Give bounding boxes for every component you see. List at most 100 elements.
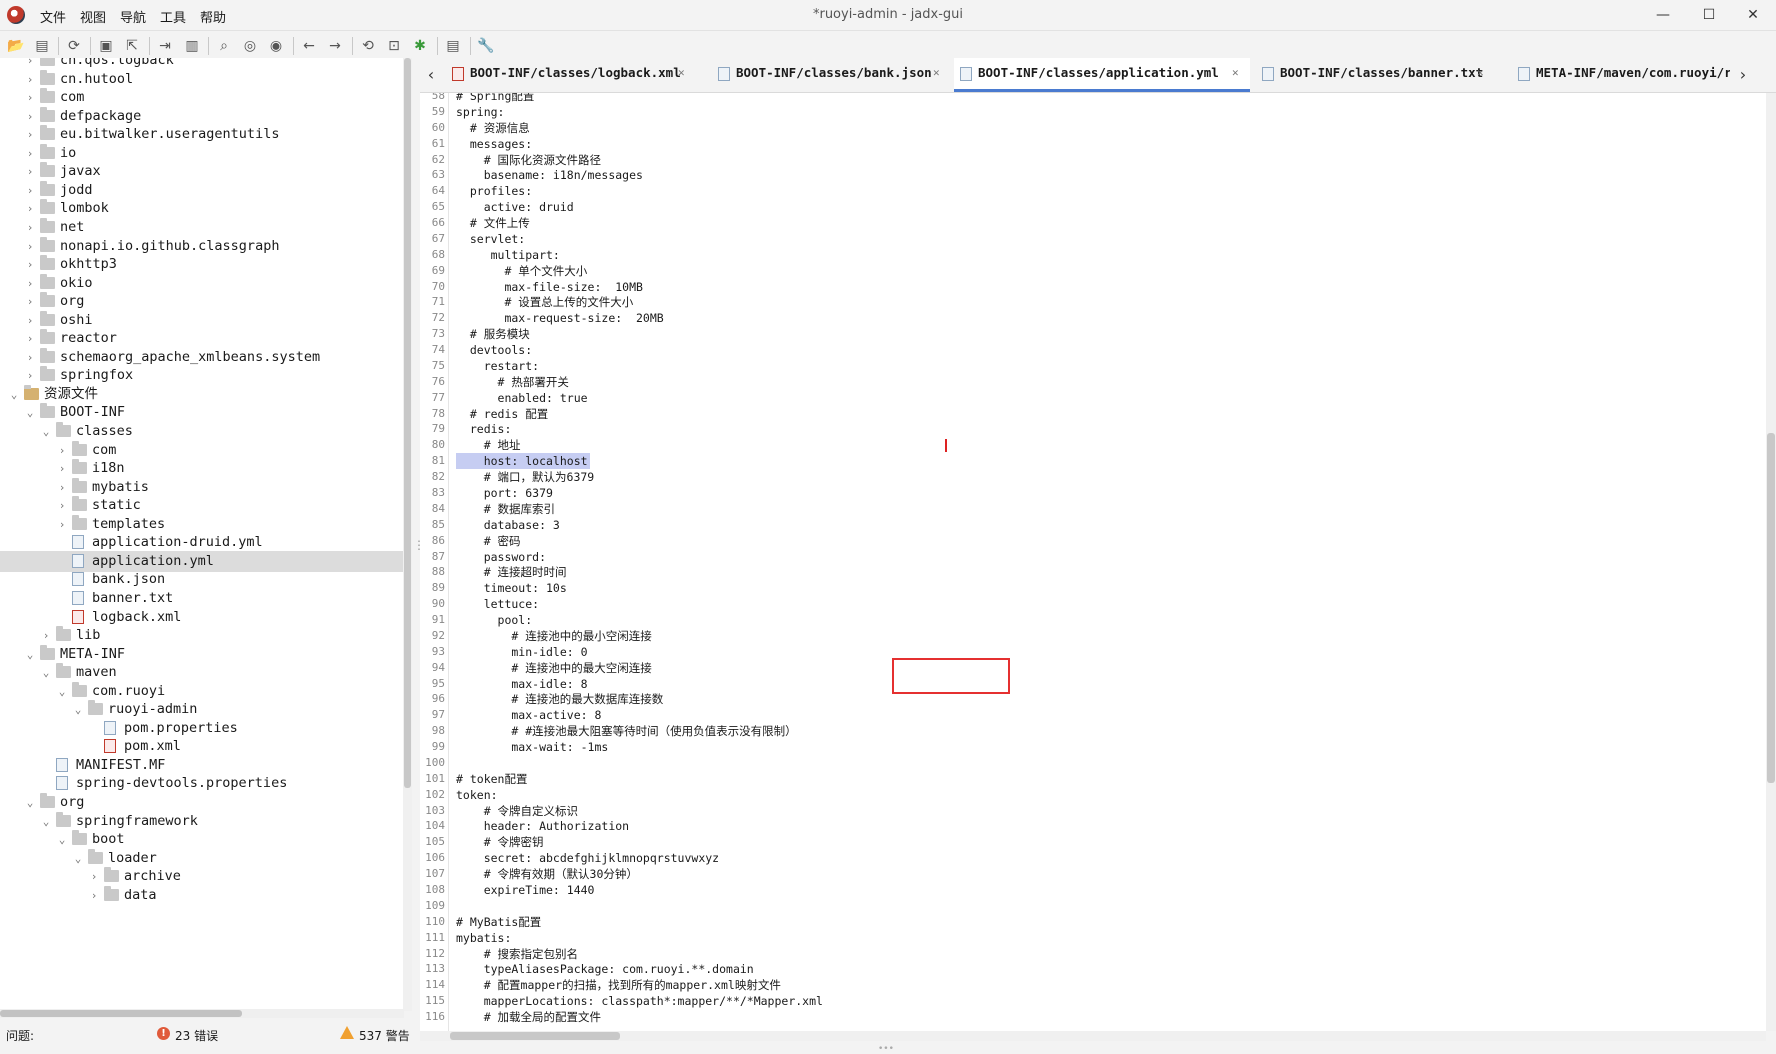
code-line[interactable]: 110 # MyBatis配置	[420, 914, 1766, 930]
chevron-right-icon[interactable]: ›	[88, 885, 100, 906]
code-line[interactable]: 80 # 地址	[420, 437, 1766, 453]
tab-logback-xml[interactable]: BOOT-INF/classes/logback.xml ✕	[442, 58, 697, 92]
add-files-icon[interactable]: ▤	[31, 35, 53, 57]
code-line[interactable]: 64 profiles:	[420, 183, 1766, 199]
code-line[interactable]: 59 spring:	[420, 104, 1766, 120]
code-line[interactable]: 94 # 连接池中的最大空闲连接	[420, 660, 1766, 676]
code-line[interactable]: 112 # 搜索指定包别名	[420, 946, 1766, 962]
code-line[interactable]: 116 # 加载全局的配置文件	[420, 1009, 1766, 1025]
code-line[interactable]: 106 secret: abcdefghijklmnopqrstuvwxyz	[420, 850, 1766, 866]
tree-hscroll-thumb[interactable]	[0, 1010, 242, 1017]
search-icon[interactable]: ⌕	[213, 35, 235, 57]
code-line[interactable]: 105 # 令牌密钥	[420, 834, 1766, 850]
code-line[interactable]: 83 port: 6379	[420, 485, 1766, 501]
code-line[interactable]: 100	[420, 755, 1766, 771]
code-editor[interactable]: 58 # Spring配置 59 spring: 60 # 资源信息 61 message…	[420, 93, 1766, 1031]
code-line[interactable]: 82 # 端口，默认为6379	[420, 469, 1766, 485]
code-line[interactable]: 71 # 设置总上传的文件大小	[420, 294, 1766, 310]
code-line[interactable]: 91 pool:	[420, 612, 1766, 628]
tab-pom-properties[interactable]: META-INF/maven/com.ruoyi/ruo	[1508, 58, 1730, 92]
editor-horizontal-scrollbar[interactable]	[420, 1031, 1766, 1041]
sync-icon[interactable]: ⟳	[63, 35, 85, 57]
tab-close-icon[interactable]: ✕	[678, 58, 685, 88]
tab-close-icon[interactable]: ✕	[1477, 58, 1484, 88]
log-icon[interactable]: ▤	[442, 35, 464, 57]
flatten-icon[interactable]: ⇥	[154, 35, 176, 57]
code-line[interactable]: 60 # 资源信息	[420, 120, 1766, 136]
code-line[interactable]: 79 redis:	[420, 421, 1766, 437]
code-line[interactable]: 78 # redis 配置	[420, 406, 1766, 422]
debug-icon[interactable]: ✱	[409, 35, 431, 57]
minimize-button[interactable]: —	[1640, 0, 1686, 30]
code-line[interactable]: 58 # Spring配置	[420, 93, 1766, 104]
tab-banner-txt[interactable]: BOOT-INF/classes/banner.txt ✕	[1252, 58, 1497, 92]
code-line[interactable]: 70 max-file-size: 10MB	[420, 279, 1766, 295]
tree-item[interactable]: › data	[0, 885, 404, 906]
menu-help[interactable]: 帮助	[198, 6, 228, 27]
code-line[interactable]: 62 # 国际化资源文件路径	[420, 152, 1766, 168]
tree-scroll-thumb[interactable]	[404, 58, 411, 788]
code-line[interactable]: 101 # token配置	[420, 771, 1766, 787]
menu-view[interactable]: 视图	[78, 6, 108, 27]
code-line[interactable]: 73 # 服务模块	[420, 326, 1766, 342]
panel-splitter[interactable]	[412, 58, 425, 1043]
code-line[interactable]: 113 typeAliasesPackage: com.ruoyi.**.dom…	[420, 961, 1766, 977]
code-line[interactable]: 85 database: 3	[420, 517, 1766, 533]
menu-tools[interactable]: 工具	[158, 6, 188, 27]
forward-icon[interactable]: →	[324, 35, 346, 57]
code-line[interactable]: 99 max-wait: -1ms	[420, 739, 1766, 755]
code-line[interactable]: 69 # 单个文件大小	[420, 263, 1766, 279]
code-line[interactable]: 84 # 数据库索引	[420, 501, 1766, 517]
code-line[interactable]: 66 # 文件上传	[420, 215, 1766, 231]
tab-close-icon[interactable]: ✕	[1232, 58, 1239, 88]
error-count[interactable]: 23 错误	[175, 1027, 218, 1044]
editor-hscroll-thumb[interactable]	[450, 1032, 620, 1040]
code-line[interactable]: 96 # 连接池的最大数据库连接数	[420, 691, 1766, 707]
find-text-icon[interactable]: ◉	[265, 35, 287, 57]
code-line[interactable]: 114 # 配置mapper的扫描，找到所有的mapper.xml映射文件	[420, 977, 1766, 993]
code-line[interactable]: 115 mapperLocations: classpath*:mapper/*…	[420, 993, 1766, 1009]
menu-file[interactable]: 文件	[38, 6, 68, 27]
code-line[interactable]: 90 lettuce:	[420, 596, 1766, 612]
decompile-all-icon[interactable]: ⟲	[357, 35, 379, 57]
file-tree[interactable]: › ch.qos.logback › cn.hutool › com › defpackage…	[0, 58, 405, 1011]
warning-count[interactable]: 537 警告	[359, 1027, 410, 1044]
settings-icon[interactable]: 🔧	[475, 35, 497, 57]
code-line[interactable]: 102 token:	[420, 787, 1766, 803]
save-icon[interactable]: ▣	[95, 35, 117, 57]
code-line[interactable]: 93 min-idle: 0	[420, 644, 1766, 660]
close-window-button[interactable]: ✕	[1730, 0, 1776, 30]
code-line[interactable]: 111 mybatis:	[420, 930, 1766, 946]
tab-application-yml[interactable]: BOOT-INF/classes/application.yml ✕	[954, 58, 1250, 92]
code-line[interactable]: 87 password:	[420, 549, 1766, 565]
code-line[interactable]: 104 header: Authorization	[420, 818, 1766, 834]
code-line[interactable]: 98 # #连接池最大阻塞等待时间（使用负值表示没有限制）	[420, 723, 1766, 739]
tab-bank-json[interactable]: BOOT-INF/classes/bank.json ✕	[708, 58, 953, 92]
code-line[interactable]: 63 basename: i18n/messages	[420, 167, 1766, 183]
menu-navigation[interactable]: 导航	[118, 6, 148, 27]
code-line[interactable]: 65 active: druid	[420, 199, 1766, 215]
code-line[interactable]: 95 max-idle: 8	[420, 676, 1766, 692]
code-line[interactable]: 67 servlet:	[420, 231, 1766, 247]
code-line[interactable]: 108 expireTime: 1440	[420, 882, 1766, 898]
tree-horizontal-scrollbar[interactable]	[0, 1009, 404, 1018]
code-line[interactable]: 107 # 令牌有效期（默认30分钟）	[420, 866, 1766, 882]
find-usage-icon[interactable]: ◎	[239, 35, 261, 57]
code-line[interactable]: 97 max-active: 8	[420, 707, 1766, 723]
back-icon[interactable]: ←	[298, 35, 320, 57]
code-line[interactable]: 72 max-request-size: 20MB	[420, 310, 1766, 326]
code-line[interactable]: 81 host: localhost	[420, 453, 1766, 470]
packages-icon[interactable]: ▥	[181, 35, 203, 57]
code-line[interactable]: 61 messages:	[420, 136, 1766, 152]
code-line[interactable]: 74 devtools:	[420, 342, 1766, 358]
bookmark-icon[interactable]: ⊡	[383, 35, 405, 57]
tab-scroll-right-button[interactable]: ›	[1734, 58, 1752, 92]
open-icon[interactable]: 📂	[5, 35, 27, 57]
code-line[interactable]: 89 timeout: 10s	[420, 580, 1766, 596]
tab-scroll-left-button[interactable]: ‹	[422, 58, 440, 92]
code-line[interactable]: 77 enabled: true	[420, 390, 1766, 406]
code-line[interactable]: 103 # 令牌自定义标识	[420, 803, 1766, 819]
code-line[interactable]: 109	[420, 898, 1766, 914]
tab-close-icon[interactable]: ✕	[933, 58, 940, 88]
editor-vertical-scrollbar[interactable]	[1766, 93, 1776, 1031]
